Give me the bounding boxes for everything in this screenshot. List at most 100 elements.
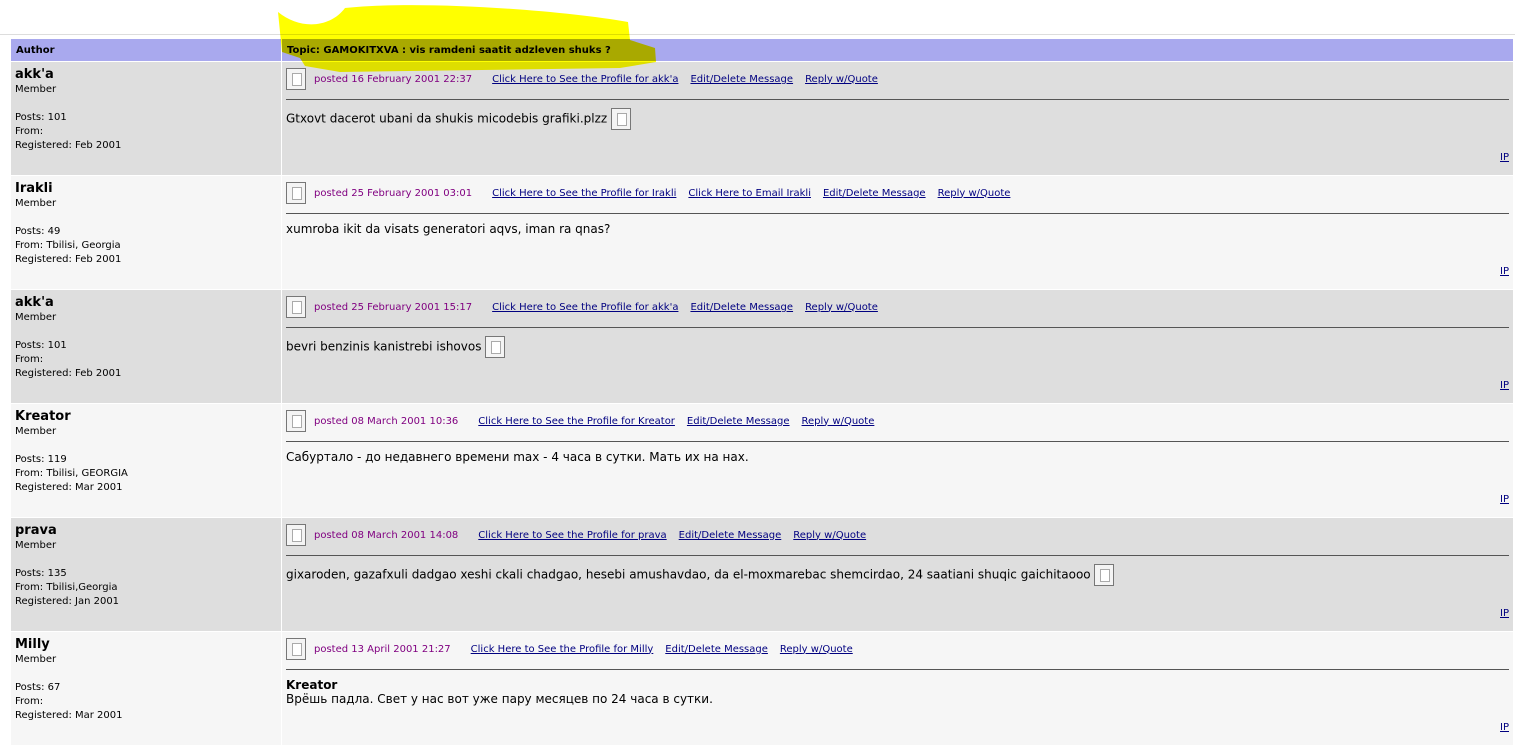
author-cell: Irakli Member Posts: 49 From: Tbilisi, G… (11, 176, 281, 289)
posted-date: posted 08 March 2001 10:36 (314, 415, 459, 427)
author-posts: Posts: 49 (15, 226, 61, 237)
post-link[interactable]: Reply w/Quote (793, 530, 866, 541)
author-posts: Posts: 135 (15, 568, 67, 579)
author-rank: Member (15, 540, 57, 551)
post-link[interactable]: Click Here to See the Profile for akk'a (492, 302, 678, 313)
author-registered: Registered: Mar 2001 (15, 482, 123, 493)
post-icon (286, 68, 306, 90)
post-link[interactable]: Click Here to Email Irakli (688, 188, 811, 199)
author-posts: Posts: 101 (15, 340, 67, 351)
author-rank: Member (15, 654, 57, 665)
broken-image-icon (1094, 564, 1115, 586)
post-link[interactable]: Click Here to See the Profile for akk'a (492, 74, 678, 85)
post-row: Irakli Member Posts: 49 From: Tbilisi, G… (11, 176, 1513, 289)
author-registered: Registered: Jan 2001 (15, 596, 120, 607)
post-link[interactable]: Edit/Delete Message (690, 74, 793, 85)
post-icon (286, 638, 306, 660)
broken-image-icon (611, 108, 632, 130)
post-row: Kreator Member Posts: 119 From: Tbilisi,… (11, 404, 1513, 517)
message-text: gixaroden, gazafxuli dadgao xeshi ckali … (286, 567, 1091, 582)
author-from: From: Tbilisi, Georgia (15, 240, 121, 251)
message-body: Kreator Врёшь падла. Свет у нас вот уже п… (286, 678, 1509, 718)
author-name[interactable]: Kreator (15, 409, 277, 424)
post-link[interactable]: Reply w/Quote (938, 188, 1011, 199)
post-link[interactable]: Click Here to See the Profile for Milly (471, 644, 654, 655)
post-link[interactable]: Reply w/Quote (805, 74, 878, 85)
author-registered: Registered: Feb 2001 (15, 254, 122, 265)
message-cell: posted 25 February 2001 03:01 Click Here … (282, 176, 1513, 289)
author-posts: Posts: 101 (15, 112, 67, 123)
author-cell: akk'a Member Posts: 101 From: Registered… (11, 62, 281, 175)
topic-table: Author Topic: GAMOKITXVA : vis ramdeni s… (10, 38, 1514, 746)
author-cell: akk'a Member Posts: 101 From: Registered… (11, 290, 281, 403)
author-rank: Member (15, 312, 57, 323)
message-body: Сабуртало - до недавнего времени max - 4… (286, 450, 1509, 490)
post-link[interactable]: Reply w/Quote (805, 302, 878, 313)
message-cell: posted 13 April 2001 21:27 Click Here to … (282, 632, 1513, 745)
message-cell: posted 08 March 2001 14:08 Click Here to … (282, 518, 1513, 631)
post-link[interactable]: Edit/Delete Message (690, 302, 793, 313)
author-cell: Kreator Member Posts: 119 From: Tbilisi,… (11, 404, 281, 517)
author-from: From: (15, 354, 44, 365)
post-icon (286, 524, 306, 546)
ip-link[interactable]: IP (1500, 380, 1509, 391)
author-name[interactable]: akk'a (15, 67, 277, 82)
post-row: akk'a Member Posts: 101 From: Registered… (11, 62, 1513, 175)
message-body: Gtxovt dacerot ubani da shukis micodebis… (286, 108, 1509, 148)
author-cell: prava Member Posts: 135 From: Tbilisi,Ge… (11, 518, 281, 631)
posted-date: posted 13 April 2001 21:27 (314, 643, 451, 655)
author-rank: Member (15, 84, 57, 95)
author-name[interactable]: Milly (15, 637, 277, 652)
posted-date: posted 08 March 2001 14:08 (314, 529, 459, 541)
post-link[interactable]: Edit/Delete Message (687, 416, 790, 427)
ip-link[interactable]: IP (1500, 152, 1509, 163)
broken-image-icon (485, 336, 506, 358)
post-link[interactable]: Click Here to See the Profile for Irakli (492, 188, 676, 199)
posted-date: posted 25 February 2001 03:01 (314, 187, 473, 199)
author-posts: Posts: 67 (15, 682, 61, 693)
ip-link[interactable]: IP (1500, 722, 1509, 733)
author-name[interactable]: Irakli (15, 181, 277, 196)
post-link[interactable]: Click Here to See the Profile for prava (478, 530, 666, 541)
author-name[interactable]: prava (15, 523, 277, 538)
message-body: gixaroden, gazafxuli dadgao xeshi ckali … (286, 564, 1509, 604)
post-link[interactable]: Edit/Delete Message (665, 644, 768, 655)
topic-title: Topic: GAMOKITXVA : vis ramdeni saatit a… (282, 39, 1513, 61)
posted-date: posted 16 February 2001 22:37 (314, 73, 473, 85)
message-text: Gtxovt dacerot ubani da shukis micodebis… (286, 111, 608, 126)
author-posts: Posts: 119 (15, 454, 67, 465)
post-row: akk'a Member Posts: 101 From: Registered… (11, 290, 1513, 403)
message-divider (286, 441, 1509, 442)
post-row: prava Member Posts: 135 From: Tbilisi,Ge… (11, 518, 1513, 631)
ip-link[interactable]: IP (1500, 608, 1509, 619)
message-cell: posted 25 February 2001 15:17 Click Here … (282, 290, 1513, 403)
post-link[interactable]: Edit/Delete Message (823, 188, 926, 199)
post-link[interactable]: Reply w/Quote (780, 644, 853, 655)
author-rank: Member (15, 198, 57, 209)
author-from: From: (15, 696, 44, 707)
post-link[interactable]: Edit/Delete Message (679, 530, 782, 541)
ip-link[interactable]: IP (1500, 494, 1509, 505)
author-name[interactable]: akk'a (15, 295, 277, 310)
author-column-header: Author (11, 39, 281, 61)
message-divider (286, 669, 1509, 670)
message-text: xumroba ikit da visats generatori aqvs, … (286, 222, 611, 236)
post-link[interactable]: Reply w/Quote (802, 416, 875, 427)
author-rank: Member (15, 426, 57, 437)
message-text: Врёшь падла. Свет у нас вот уже пару мес… (286, 692, 713, 706)
author-from: From: Tbilisi, GEORGIA (15, 468, 128, 479)
message-cell: posted 08 March 2001 10:36 Click Here to … (282, 404, 1513, 517)
ip-link[interactable]: IP (1500, 266, 1509, 277)
author-registered: Registered: Feb 2001 (15, 140, 122, 151)
post-link[interactable]: Click Here to See the Profile for Kreato… (478, 416, 675, 427)
author-cell: Milly Member Posts: 67 From: Registered:… (11, 632, 281, 745)
author-registered: Registered: Feb 2001 (15, 368, 122, 379)
post-icon (286, 296, 306, 318)
author-from: From: (15, 126, 44, 137)
post-icon (286, 182, 306, 204)
author-from: From: Tbilisi,Georgia (15, 582, 118, 593)
quote-author: Kreator (286, 678, 338, 692)
message-text: bevri benzinis kanistrebi ishovos (286, 339, 482, 354)
message-divider (286, 555, 1509, 556)
message-body: bevri benzinis kanistrebi ishovos (286, 336, 1509, 376)
